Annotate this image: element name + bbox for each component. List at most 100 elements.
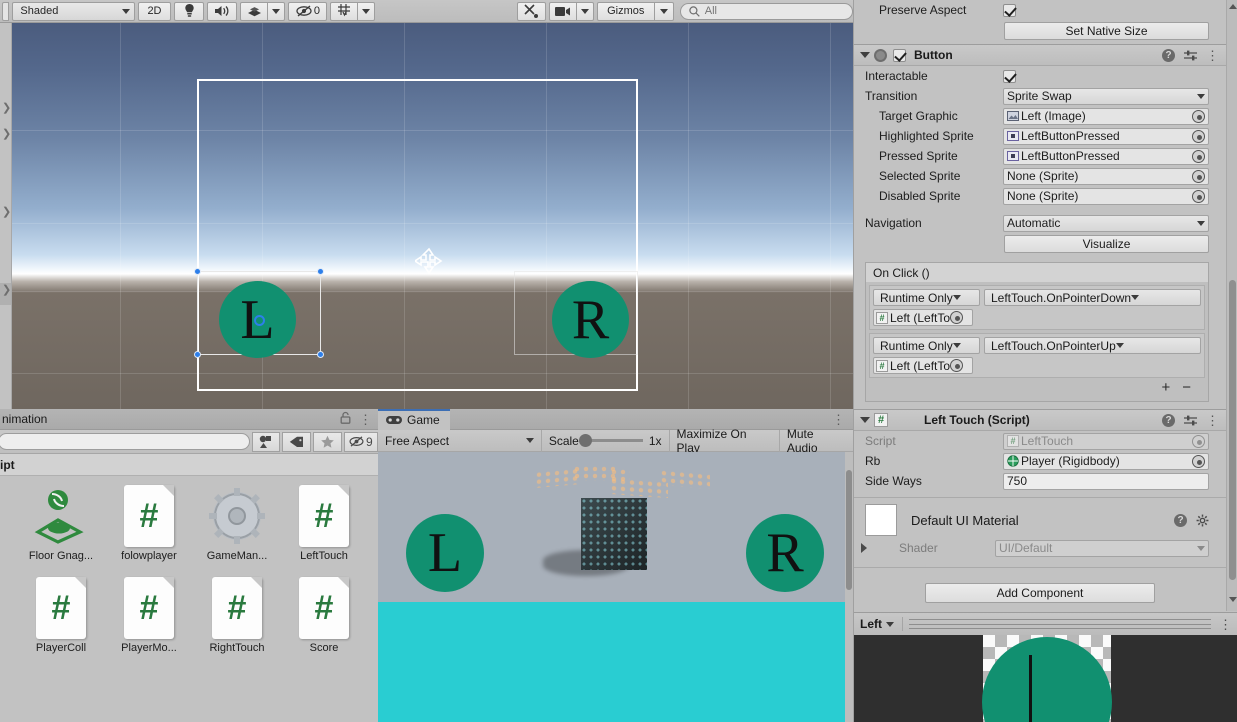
event-mode-dropdown-1[interactable]: Runtime Only <box>873 337 980 354</box>
hierarchy-expand-icon[interactable]: ❯ <box>2 129 11 140</box>
inspector-scrollbar[interactable] <box>1226 0 1237 611</box>
object-picker-icon[interactable] <box>1192 454 1205 468</box>
mute-audio-toggle[interactable]: Mute Audio <box>780 427 853 455</box>
asset-item-folowplayer[interactable]: # folowplayer <box>106 484 192 562</box>
object-picker-icon[interactable] <box>1192 169 1205 183</box>
grid-toggle[interactable] <box>330 1 359 21</box>
object-picker-icon[interactable] <box>950 311 964 324</box>
event-object-field-0[interactable]: # Left (LeftTo <box>873 309 973 326</box>
material-header[interactable]: Default UI Material ? <box>854 502 1227 538</box>
tab-game[interactable]: Game <box>378 408 450 430</box>
event-function-dropdown-0[interactable]: LeftTouch.OnPointerDown <box>984 289 1201 306</box>
hidden-count-button[interactable]: 9 <box>343 431 378 452</box>
remove-event-button[interactable]: − <box>1182 379 1191 396</box>
gear-icon[interactable] <box>1196 514 1209 527</box>
scale-slider-control[interactable]: Scale 1x <box>542 429 670 452</box>
asset-item-gamemanager[interactable]: GameMan... <box>194 484 280 562</box>
kebab-menu-icon[interactable]: ⋮ <box>1219 618 1232 631</box>
scale-slider-track[interactable] <box>578 434 643 447</box>
resize-handle-br[interactable] <box>317 351 324 358</box>
pivot-handle[interactable] <box>254 315 265 326</box>
scene-camera-dropdown[interactable] <box>576 1 594 21</box>
scene-camera-button[interactable] <box>548 1 577 21</box>
asset-item-floor-gnag[interactable]: Floor Gnag... <box>18 484 104 562</box>
event-object-field-1[interactable]: # Left (LeftTo <box>873 357 973 374</box>
kebab-menu-icon[interactable]: ⋮ <box>1206 414 1219 427</box>
gizmos-toggle[interactable]: Gizmos <box>596 1 655 21</box>
toggle-2d-button[interactable]: 2D <box>137 1 172 21</box>
asset-item-righttouch[interactable]: # RightTouch <box>194 576 280 654</box>
draw-mode-dropdown[interactable]: Shaded <box>12 1 135 21</box>
hidden-objects-toggle[interactable]: 0 <box>288 1 328 21</box>
game-view-scroll-thumb[interactable] <box>846 470 852 590</box>
interactable-checkbox[interactable] <box>1003 69 1016 83</box>
resize-handle-tr[interactable] <box>317 268 324 275</box>
asset-item-lefttouch[interactable]: # LeftTouch <box>281 484 367 562</box>
game-right-pad[interactable]: R <box>746 514 824 592</box>
hierarchy-panel-strip[interactable]: ❯ ❯ ❯ ❯ <box>0 23 12 409</box>
visualize-button[interactable]: Visualize <box>1004 235 1209 253</box>
triangle-down-icon[interactable] <box>860 417 870 423</box>
scroll-up-icon[interactable] <box>1229 4 1237 9</box>
scene-right-pad[interactable]: R <box>552 281 629 365</box>
asset-item-playercoll[interactable]: # PlayerColl <box>18 576 104 654</box>
kebab-menu-icon[interactable]: ⋮ <box>1206 49 1219 62</box>
scene-fx-toggle[interactable] <box>240 1 269 21</box>
scene-audio-toggle[interactable] <box>207 1 238 21</box>
project-search-input[interactable] <box>0 433 250 450</box>
aspect-ratio-dropdown[interactable]: Free Aspect <box>378 429 542 452</box>
target-graphic-objectfield[interactable]: Left (Image) <box>1003 107 1209 125</box>
sideways-input[interactable]: 750 <box>1003 472 1209 490</box>
event-mode-dropdown-0[interactable]: Runtime Only <box>873 289 980 306</box>
preset-icon[interactable] <box>1184 49 1197 62</box>
add-component-button[interactable]: Add Component <box>925 583 1155 603</box>
object-picker-icon[interactable] <box>1192 189 1205 203</box>
hierarchy-expand-icon[interactable]: ❯ <box>2 103 11 114</box>
asset-item-playermove[interactable]: # PlayerMo... <box>106 576 192 654</box>
triangle-right-icon[interactable] <box>861 543 867 553</box>
kebab-menu-icon[interactable]: ⋮ <box>359 413 372 426</box>
highlighted-sprite-objectfield[interactable]: LeftButtonPressed <box>1003 127 1209 145</box>
shader-dropdown[interactable]: UI/Default <box>995 539 1209 557</box>
inspector-scroll-thumb[interactable] <box>1229 280 1236 580</box>
help-icon[interactable]: ? <box>1174 513 1187 527</box>
lock-icon[interactable] <box>340 411 351 427</box>
favorite-filter-button[interactable] <box>312 431 342 452</box>
scale-slider-knob[interactable] <box>578 434 592 447</box>
object-picker-icon[interactable] <box>1192 129 1205 143</box>
resize-handle-bl[interactable] <box>194 351 201 358</box>
rb-objectfield[interactable]: Player (Rigidbody) <box>1003 452 1209 470</box>
help-icon[interactable]: ? <box>1162 48 1175 62</box>
game-left-pad[interactable]: L <box>406 514 484 592</box>
event-function-dropdown-1[interactable]: LeftTouch.OnPointerUp <box>984 337 1201 354</box>
maximize-on-play-toggle[interactable]: Maximize On Play <box>670 427 780 455</box>
game-view-scrollbar[interactable] <box>845 452 853 722</box>
gizmos-dropdown[interactable] <box>654 1 674 21</box>
add-event-button[interactable]: + <box>1161 379 1170 396</box>
help-icon[interactable]: ? <box>1162 413 1175 427</box>
resize-handle-tl[interactable] <box>194 268 201 275</box>
scroll-down-icon[interactable] <box>1229 597 1237 602</box>
preview-selector-dropdown[interactable]: Left <box>860 617 903 631</box>
object-filter-button[interactable] <box>251 431 281 452</box>
pressed-sprite-objectfield[interactable]: LeftButtonPressed <box>1003 147 1209 165</box>
project-breadcrumb[interactable]: ipt <box>0 454 378 476</box>
scene-lighting-toggle[interactable] <box>174 1 205 21</box>
scene-search-input[interactable]: All <box>679 2 853 20</box>
scene-viewport[interactable]: L R <box>12 23 853 409</box>
hierarchy-expand-icon[interactable]: ❯ <box>2 207 11 218</box>
object-picker-icon[interactable] <box>1192 109 1205 123</box>
object-picker-icon[interactable] <box>1192 149 1205 163</box>
label-filter-button[interactable] <box>282 431 311 452</box>
hierarchy-expand-icon[interactable]: ❯ <box>2 285 11 296</box>
preserve-aspect-checkbox[interactable] <box>1003 3 1016 17</box>
grid-dropdown[interactable] <box>358 1 376 21</box>
transition-dropdown[interactable]: Sprite Swap <box>1003 87 1209 105</box>
button-component-header[interactable]: Button ? ⋮ <box>854 44 1227 66</box>
triangle-down-icon[interactable] <box>860 52 870 58</box>
scene-fx-dropdown[interactable] <box>268 1 286 21</box>
script-component-header[interactable]: # Left Touch (Script) ? ⋮ <box>854 409 1227 431</box>
game-viewport[interactable]: L R <box>378 452 853 722</box>
object-picker-icon[interactable] <box>950 359 964 372</box>
tab-animation[interactable]: nimation <box>0 412 47 426</box>
